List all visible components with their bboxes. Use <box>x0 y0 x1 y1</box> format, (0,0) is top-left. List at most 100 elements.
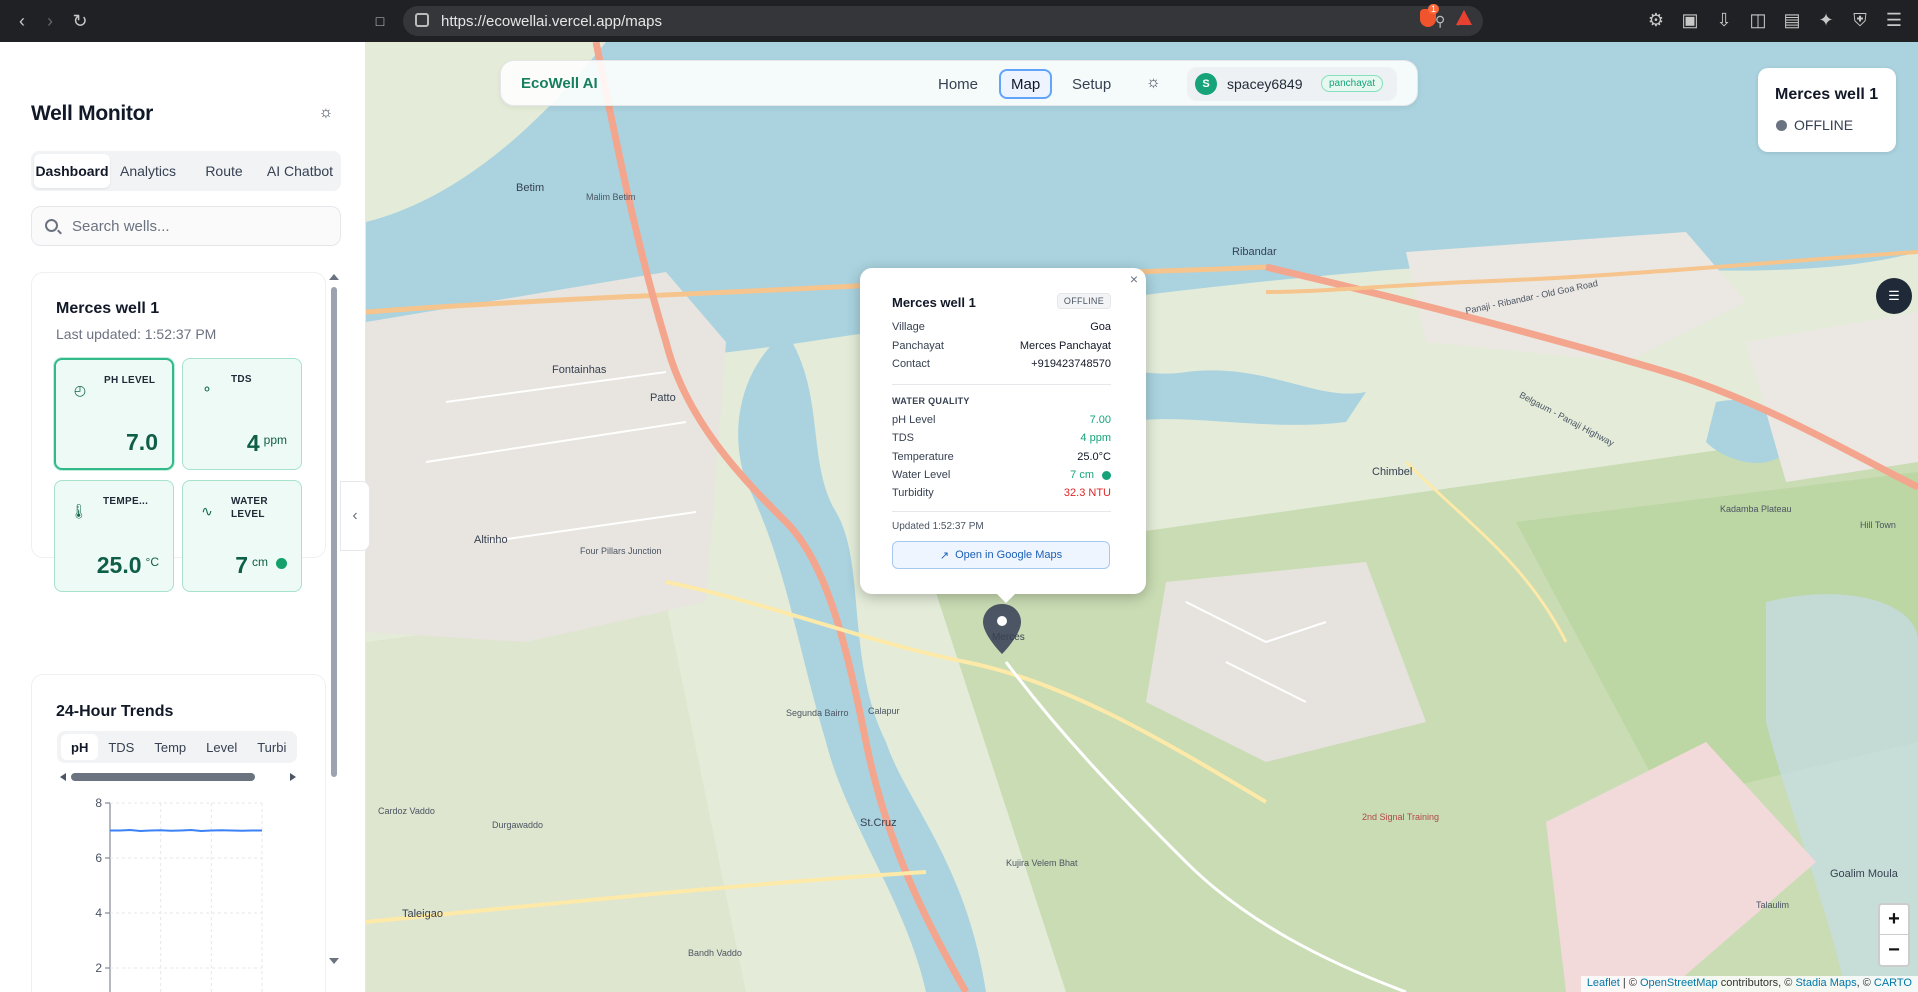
leaflet-link[interactable]: Leaflet <box>1587 977 1620 989</box>
metric-unit: °C <box>145 555 159 569</box>
sidebar-scroll-thumb[interactable] <box>331 287 337 777</box>
quality-row: pH Level 7.00 <box>892 414 1111 430</box>
extensions-icon[interactable]: ⚙ <box>1642 6 1670 34</box>
gauge-icon: ◴ <box>73 382 87 398</box>
well-name: Merces well 1 <box>56 300 160 317</box>
y-tick-label: 2 <box>95 961 102 975</box>
key-icon[interactable]: ⚲ <box>1435 13 1445 30</box>
wallet-icon[interactable]: ▤ <box>1778 6 1806 34</box>
stadia-link[interactable]: Stadia Maps <box>1795 977 1856 989</box>
address-bar[interactable]: https://ecowellai.vercel.app/maps ⚲ ↗ <box>403 6 1483 36</box>
avatar: S <box>1195 73 1217 95</box>
scroll-left-icon[interactable] <box>60 773 66 781</box>
metric-water-level[interactable]: ∿ WATER LEVEL 7 cm <box>182 480 302 592</box>
brand-logo[interactable]: EcoWell AI <box>521 75 598 92</box>
trend-tab-ph[interactable]: pH <box>61 734 99 760</box>
map-label: Malim Betim <box>586 192 636 202</box>
tab-analytics[interactable]: Analytics <box>110 154 186 188</box>
theme-toggle-icon[interactable]: ☼ <box>1146 74 1161 92</box>
tab-ai-chatbot[interactable]: AI Chatbot <box>262 154 338 188</box>
info-key: Panchayat <box>892 340 944 352</box>
quality-key: Water Level <box>892 469 951 481</box>
map-label: Cardoz Vaddo <box>378 806 435 816</box>
quality-row: TDS 4 ppm <box>892 432 1111 448</box>
trend-tab-level[interactable]: Level <box>196 734 247 760</box>
forward-icon[interactable]: › <box>36 7 64 35</box>
menu-icon[interactable]: ☰ <box>1880 6 1908 34</box>
scrollbar-thumb[interactable] <box>71 773 255 781</box>
metric-unit: ppm <box>263 433 287 447</box>
metric-unit: cm <box>252 555 268 569</box>
scroll-up-icon[interactable] <box>329 274 339 280</box>
nav-setup[interactable]: Setup <box>1062 69 1121 99</box>
map-label: Fontainhas <box>552 364 607 376</box>
quality-key: TDS <box>892 432 914 444</box>
metric-ph[interactable]: ◴ PH LEVEL 7.0 <box>54 358 174 470</box>
metric-tds[interactable]: ⚬ TDS 4 ppm <box>182 358 302 470</box>
reload-icon[interactable]: ↻ <box>66 7 94 35</box>
search-placeholder: Search wells... <box>72 217 170 235</box>
well-popup: × Merces well 1 OFFLINE Village Goa Panch… <box>860 268 1146 603</box>
map-attribution: Leaflet | © OpenStreetMap contributors, … <box>1580 976 1918 992</box>
leo-ai-icon[interactable]: ✦ <box>1812 6 1840 34</box>
trend-tab-tds[interactable]: TDS <box>98 734 144 760</box>
metric-temperature[interactable]: 🌡 TEMPE... 25.0 °C <box>54 480 174 592</box>
tabs-scrollbar[interactable] <box>58 771 298 781</box>
tab-route[interactable]: Route <box>186 154 262 188</box>
download-icon[interactable]: ⇩ <box>1710 6 1738 34</box>
role-badge: panchayat <box>1321 75 1384 92</box>
thermometer-icon: 🌡 <box>70 503 88 519</box>
tab-dashboard[interactable]: Dashboard <box>34 154 110 188</box>
scroll-down-icon[interactable] <box>329 958 339 964</box>
info-row: Panchayat Merces Panchayat <box>892 340 1111 356</box>
quality-row: Temperature 25.0°C <box>892 451 1111 467</box>
map-label: Talaulim <box>1756 900 1790 910</box>
brave-rewards-icon[interactable] <box>1456 10 1472 25</box>
zoom-out-button[interactable]: − <box>1880 935 1908 965</box>
sun-icon[interactable]: ☼ <box>317 104 335 122</box>
quality-key: pH Level <box>892 414 936 426</box>
popup-updated: Updated 1:52:37 PM <box>892 521 984 532</box>
metric-label: PH LEVEL <box>104 375 156 386</box>
map-label: Kujira Velem Bhat <box>1006 858 1078 868</box>
nav-home[interactable]: Home <box>928 69 988 99</box>
close-icon[interactable]: × <box>1130 271 1138 287</box>
layers-toggle-button[interactable]: ☰ <box>1876 278 1912 314</box>
site-info-icon[interactable] <box>415 13 429 27</box>
sidebar-toggle-icon[interactable]: ◫ <box>1744 6 1772 34</box>
well-status-box: Merces well 1 OFFLINE <box>1758 68 1896 152</box>
quality-value: 32.3 NTU <box>1063 487 1111 499</box>
zoom-control: + − <box>1878 903 1910 967</box>
nav-map[interactable]: Map <box>999 69 1053 99</box>
trends-card: 24-Hour Trends pH TDS Temp Level Turbi 8… <box>31 674 326 992</box>
collapse-sidebar-button[interactable]: ‹ <box>340 481 370 551</box>
map-label: Kadamba Plateau <box>1720 504 1792 514</box>
quality-key: Turbidity <box>892 487 934 499</box>
osm-link[interactable]: OpenStreetMap <box>1640 977 1718 989</box>
map-label: 2nd Signal Training <box>1362 812 1440 822</box>
vpn-icon[interactable]: ⛨ <box>1846 6 1874 34</box>
metric-value: 4 <box>246 430 260 456</box>
carto-link[interactable]: CARTO <box>1874 977 1912 989</box>
map-label: Ribandar <box>1232 246 1277 258</box>
external-link-icon: ↗ <box>939 549 950 562</box>
search-input[interactable]: Search wells... <box>31 206 341 246</box>
bookmark-icon[interactable]: □ <box>366 7 394 35</box>
scroll-right-icon[interactable] <box>290 773 296 781</box>
screenshot-icon[interactable]: ▣ <box>1676 6 1704 34</box>
map-label: Four Pillars Junction <box>580 546 662 556</box>
open-google-maps-button[interactable]: ↗ Open in Google Maps <box>892 541 1110 569</box>
divider <box>892 384 1111 385</box>
back-icon[interactable]: ‹ <box>8 7 36 35</box>
series-line <box>110 828 262 833</box>
trend-tab-temp[interactable]: Temp <box>144 734 196 760</box>
zoom-in-button[interactable]: + <box>1880 905 1908 935</box>
metric-label: TDS <box>231 374 252 385</box>
y-tick-label: 4 <box>95 906 102 920</box>
chevron-left-icon: ‹ <box>352 507 358 524</box>
trend-tab-turbidity[interactable]: Turbi <box>247 734 296 760</box>
y-tick-label: 6 <box>95 851 102 865</box>
user-menu[interactable]: S spacey6849 panchayat <box>1187 67 1397 101</box>
metric-value: 7 <box>235 552 248 578</box>
browser-toolbar: ‹ › ↻ □ https://ecowellai.vercel.app/map… <box>0 0 1918 42</box>
